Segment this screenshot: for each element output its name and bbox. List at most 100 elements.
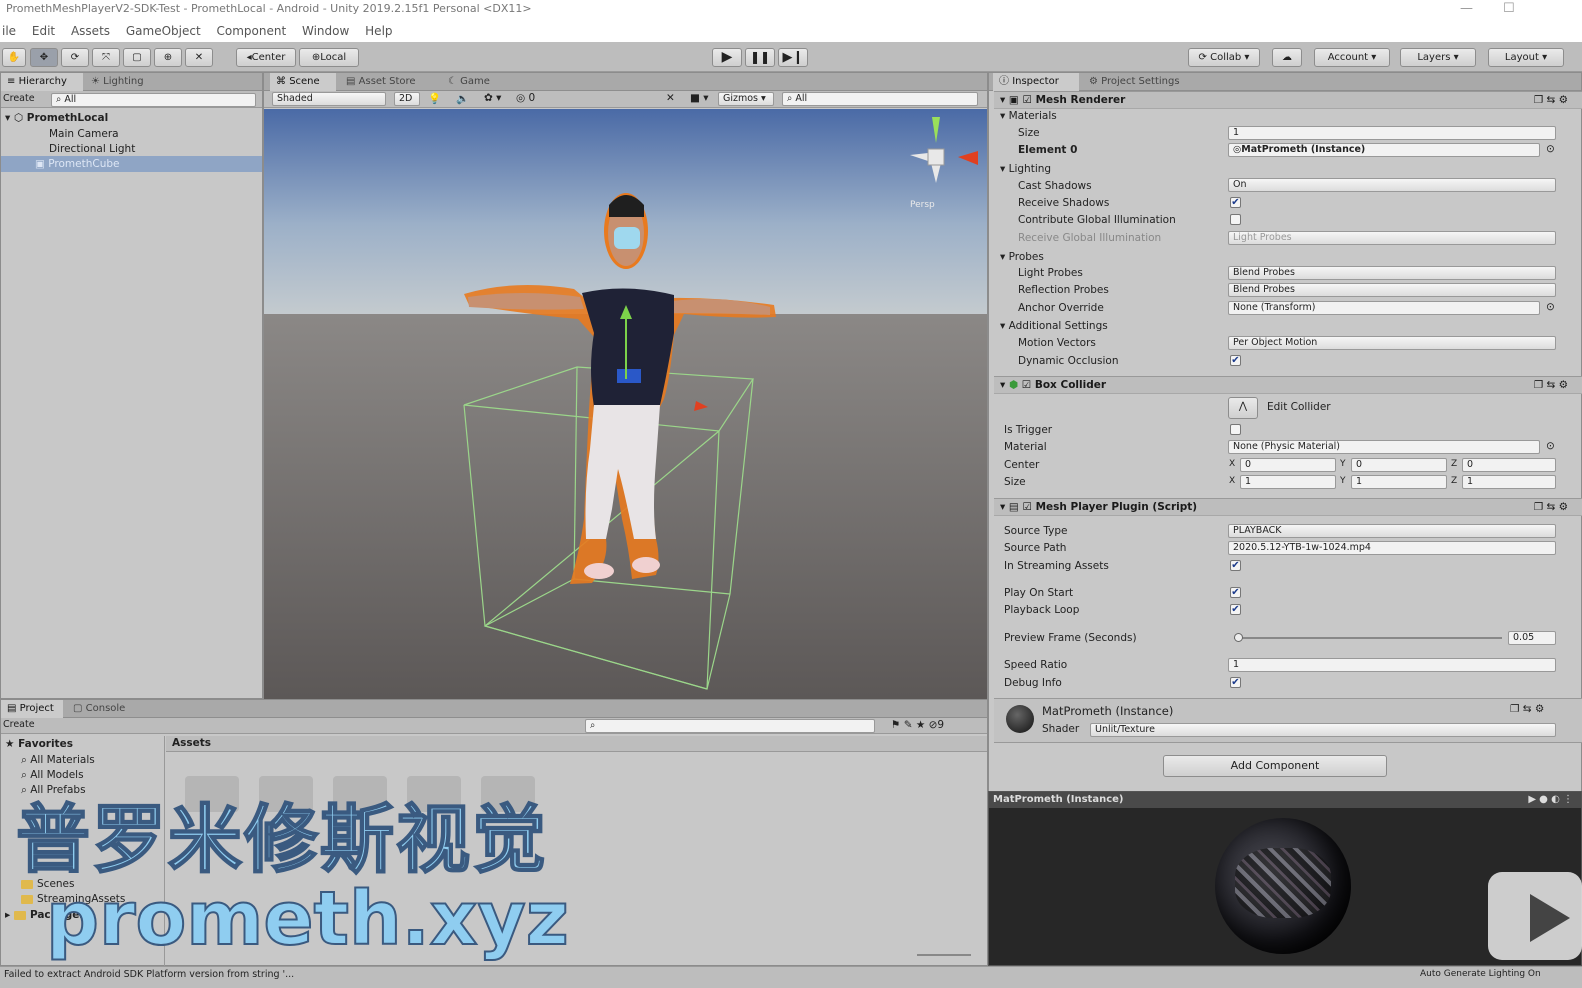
materials-size-field[interactable]: 1 — [1228, 126, 1556, 140]
audio-toggle-icon[interactable]: 🔈 — [456, 92, 469, 105]
scale-tool-icon[interactable]: ⤧ — [92, 48, 120, 67]
video-play-icon[interactable] — [1488, 872, 1582, 960]
center-x-field[interactable]: 0 — [1240, 458, 1336, 472]
playback-loop-checkbox[interactable]: ✔ — [1230, 604, 1241, 615]
preview-controls-icon[interactable]: ▶ ● ◐ ⋮ — [1528, 792, 1573, 808]
move-tool-icon[interactable]: ✥ — [30, 48, 58, 67]
status-message[interactable]: Failed to extract Android SDK Platform v… — [4, 968, 294, 981]
tab-game[interactable]: ☾ Game — [442, 73, 496, 91]
debug-info-checkbox[interactable]: ✔ — [1230, 677, 1241, 688]
cloud-icon[interactable]: ☁ — [1272, 48, 1302, 67]
size-x-field[interactable]: 1 — [1240, 475, 1336, 489]
tab-project-settings[interactable]: ⚙ Project Settings — [1083, 73, 1186, 91]
step-button[interactable]: ▶❙ — [778, 48, 808, 67]
create-dropdown[interactable]: Create — [3, 719, 35, 730]
tab-console[interactable]: ▢ Console — [67, 700, 131, 718]
preview-frame-field[interactable]: 0.05 — [1508, 631, 1556, 645]
motion-vectors-dropdown[interactable]: Per Object Motion — [1228, 336, 1556, 350]
gizmos-dropdown[interactable]: Gizmos ▾ — [718, 92, 774, 106]
minimize-button[interactable]: — — [1460, 0, 1473, 18]
component-settings-icon[interactable]: ❐ ⇆ ⚙ — [1510, 703, 1544, 715]
account-dropdown[interactable]: Account ▾ — [1314, 48, 1390, 67]
filter-icons[interactable]: ⚑ ✎ ★ ⊘9 — [891, 719, 944, 731]
streaming-assets-checkbox[interactable]: ✔ — [1230, 560, 1241, 571]
collab-button[interactable]: ⟳ Collab ▾ — [1188, 48, 1260, 67]
receive-shadows-checkbox[interactable]: ✔ — [1230, 197, 1241, 208]
object-picker-icon[interactable]: ⊙ — [1546, 301, 1555, 313]
custom-tool-icon[interactable]: ✕ — [185, 48, 213, 67]
scene-tools-icon[interactable]: ✕ — [666, 92, 675, 104]
cast-shadows-dropdown[interactable]: On — [1228, 178, 1556, 192]
menu-file[interactable]: ile — [2, 24, 16, 38]
layout-dropdown[interactable]: Layout ▾ — [1488, 48, 1564, 67]
element-0-field[interactable]: ◎MatPrometh (Instance) — [1228, 143, 1540, 157]
tab-scene[interactable]: ⌘ Scene — [270, 73, 336, 91]
source-path-field[interactable]: 2020.5.12-YTB-1w-1024.mp4 — [1228, 541, 1556, 555]
add-component-button[interactable]: Add Component — [1163, 755, 1387, 777]
tab-lighting[interactable]: ☀ Lighting — [85, 73, 150, 91]
list-item[interactable]: Directional Light — [1, 141, 262, 157]
is-trigger-checkbox[interactable] — [1230, 424, 1241, 435]
menu-edit[interactable]: Edit — [32, 24, 55, 38]
size-z-field[interactable]: 1 — [1462, 475, 1556, 489]
menu-gameobject[interactable]: GameObject — [126, 24, 201, 38]
camera-icon[interactable]: ■ ▾ — [690, 92, 709, 104]
collider-material-field[interactable]: None (Physic Material) — [1228, 440, 1540, 454]
project-search-input[interactable]: ⌕ — [585, 719, 875, 733]
layers-dropdown[interactable]: Layers ▾ — [1400, 48, 1476, 67]
materials-foldout[interactable]: ▾ Materials — [1000, 110, 1057, 122]
tab-asset-store[interactable]: ▤ Asset Store — [340, 73, 422, 91]
transform-tool-icon[interactable]: ⊕ — [154, 48, 182, 67]
contribute-gi-checkbox[interactable] — [1230, 214, 1241, 225]
script-header[interactable]: ▾ ▤ ☑ Mesh Player Plugin (Script) ❐ ⇆ ⚙ — [994, 498, 1582, 516]
hand-tool-icon[interactable]: ✋ — [2, 48, 26, 67]
effects-icon[interactable]: ✿ ▾ — [484, 92, 501, 104]
menu-help[interactable]: Help — [365, 24, 392, 38]
pause-button[interactable]: ❚❚ — [745, 48, 775, 67]
edit-collider-button[interactable]: ⋀ — [1228, 397, 1258, 419]
scene-row[interactable]: ▾ ⬡ PromethLocal — [1, 110, 262, 126]
play-button[interactable]: ▶ — [712, 48, 742, 67]
shader-dropdown[interactable]: Unlit/Texture — [1090, 723, 1556, 737]
menu-window[interactable]: Window — [302, 24, 349, 38]
play-on-start-checkbox[interactable]: ✔ — [1230, 587, 1241, 598]
light-probes-dropdown[interactable]: Blend Probes — [1228, 266, 1556, 280]
dynamic-occlusion-checkbox[interactable]: ✔ — [1230, 355, 1241, 366]
speed-ratio-field[interactable]: 1 — [1228, 658, 1556, 672]
tab-inspector[interactable]: ⓘ Inspector — [993, 73, 1079, 91]
hierarchy-search-input[interactable]: ⌕ All — [51, 93, 256, 107]
maximize-button[interactable]: ☐ — [1503, 0, 1515, 18]
tab-project[interactable]: ▤ Project — [1, 700, 63, 718]
list-item[interactable]: ⌕ All Materials — [1, 752, 164, 768]
menu-component[interactable]: Component — [217, 24, 287, 38]
center-z-field[interactable]: 0 — [1462, 458, 1556, 472]
hidden-count[interactable]: ◎ 0 — [516, 92, 535, 104]
menu-assets[interactable]: Assets — [71, 24, 110, 38]
list-item[interactable]: Main Camera — [1, 126, 262, 142]
object-picker-icon[interactable]: ⊙ — [1546, 143, 1555, 155]
assets-crumb[interactable]: Assets — [172, 737, 211, 749]
zoom-slider[interactable] — [917, 954, 971, 956]
object-picker-icon[interactable]: ⊙ — [1546, 440, 1555, 452]
reflection-probes-dropdown[interactable]: Blend Probes — [1228, 283, 1556, 297]
shading-mode-dropdown[interactable]: Shaded — [272, 92, 386, 106]
light-toggle-icon[interactable]: 💡 — [428, 92, 441, 105]
favorites-row[interactable]: ★ Favorites — [1, 736, 164, 752]
preview-frame-slider[interactable] — [1234, 633, 1502, 642]
source-type-dropdown[interactable]: PLAYBACK — [1228, 524, 1556, 538]
probes-foldout[interactable]: ▾ Probes — [1000, 251, 1044, 263]
tab-hierarchy[interactable]: ≡ Hierarchy — [1, 73, 83, 91]
lighting-foldout[interactable]: ▾ Lighting — [1000, 163, 1051, 175]
create-dropdown[interactable]: Create — [3, 93, 35, 104]
pivot-local-button[interactable]: ⊕Local — [299, 48, 359, 67]
mesh-renderer-header[interactable]: ▾ ▣ ☑ Mesh Renderer ❐ ⇆ ⚙ — [994, 91, 1582, 109]
rect-tool-icon[interactable]: ▢ — [123, 48, 151, 67]
pivot-center-button[interactable]: ◂Center — [236, 48, 296, 67]
center-y-field[interactable]: 0 — [1351, 458, 1447, 472]
toggle-2d-button[interactable]: 2D — [394, 92, 420, 106]
anchor-override-field[interactable]: None (Transform) — [1228, 301, 1540, 315]
list-item-selected[interactable]: ▣ PromethCube — [1, 156, 262, 172]
scene-search-input[interactable]: ⌕ All — [782, 92, 978, 106]
size-y-field[interactable]: 1 — [1351, 475, 1447, 489]
slider-handle[interactable] — [1234, 633, 1243, 642]
